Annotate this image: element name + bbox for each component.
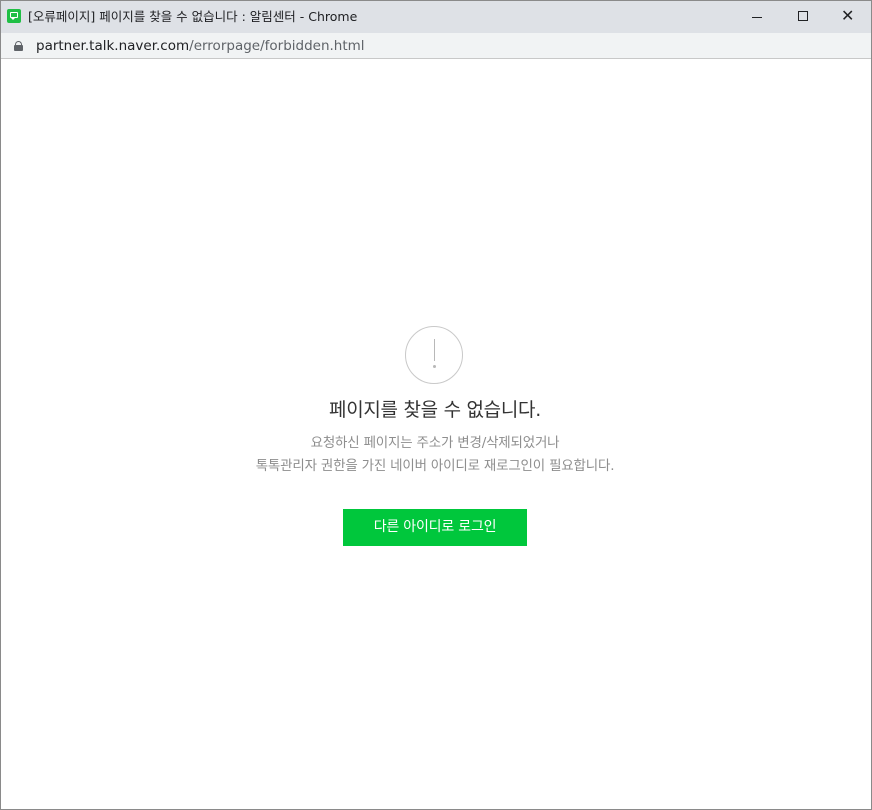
window-title: [오류페이지] 페이지를 찾을 수 없습니다 : 알림센터 - Chrome <box>28 9 358 24</box>
close-button[interactable]: ✕ <box>826 1 872 33</box>
close-icon: ✕ <box>841 6 855 25</box>
url-text[interactable]: partner.talk.naver.com/errorpage/forbidd… <box>36 38 365 54</box>
page-content: 페이지를 찾을 수 없습니다. 요청하신 페이지는 주소가 변경/삭제되었거나 … <box>1 60 871 809</box>
maximize-button[interactable] <box>780 1 826 33</box>
title-bar: [오류페이지] 페이지를 찾을 수 없습니다 : 알림센터 - Chrome ✕ <box>1 1 871 33</box>
error-description-line1: 요청하신 페이지는 주소가 변경/삭제되었거나 <box>310 435 560 451</box>
address-bar[interactable]: partner.talk.naver.com/errorpage/forbidd… <box>1 33 871 59</box>
lock-icon[interactable] <box>14 41 23 51</box>
error-description-line2: 톡톡관리자 권한을 가진 네이버 아이디로 재로그인이 필요합니다. <box>255 458 615 474</box>
naver-talktalk-icon <box>7 9 21 23</box>
minimize-button[interactable] <box>734 1 780 33</box>
browser-window: [오류페이지] 페이지를 찾을 수 없습니다 : 알림센터 - Chrome ✕… <box>0 0 872 810</box>
exclamation-circle-icon <box>405 326 463 384</box>
error-heading: 페이지를 찾을 수 없습니다. <box>329 399 541 421</box>
maximize-icon <box>798 11 808 21</box>
minimize-icon <box>752 17 762 18</box>
url-host: partner.talk.naver.com <box>36 38 190 54</box>
url-path: /errorpage/forbidden.html <box>189 38 365 54</box>
login-with-other-id-button[interactable]: 다른 아이디로 로그인 <box>343 509 527 546</box>
